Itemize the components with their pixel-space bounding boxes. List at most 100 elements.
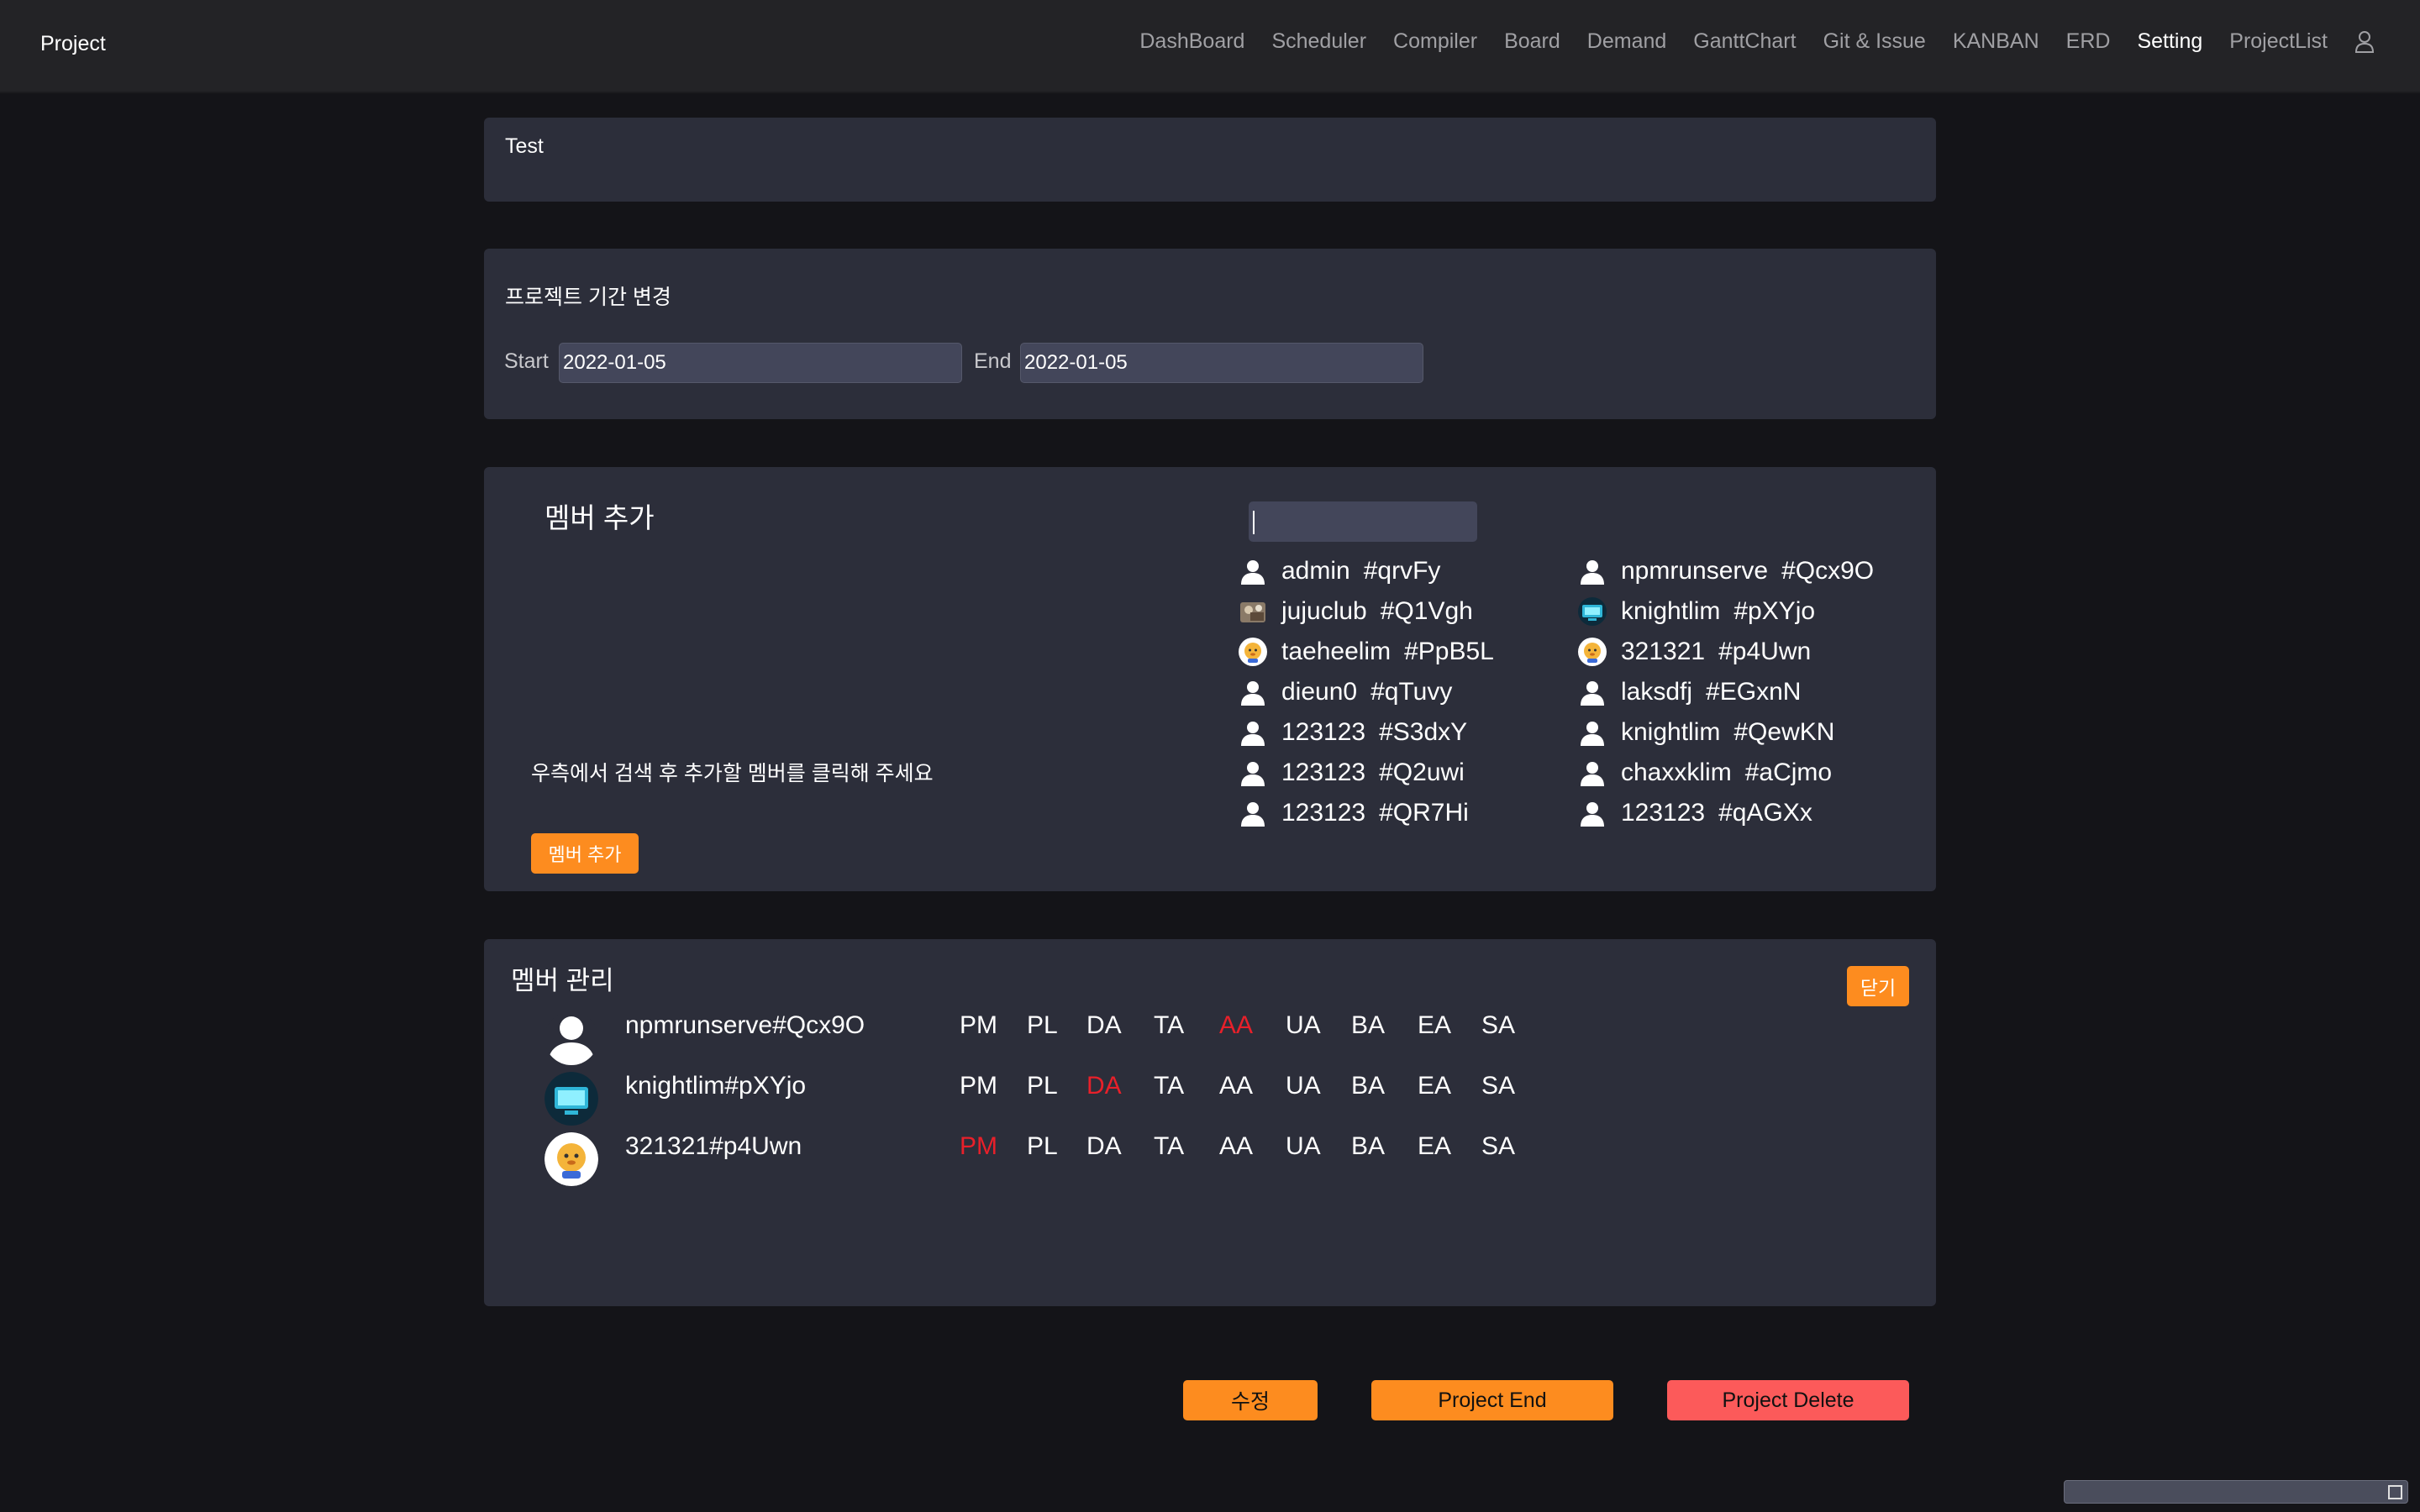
nav-item-board[interactable]: Board (1504, 29, 1560, 54)
search-result-item[interactable]: 321321 #p4Uwn (1578, 632, 1874, 672)
role-toggle-ta[interactable]: TA (1154, 1132, 1184, 1161)
edit-button[interactable]: 수정 (1183, 1380, 1318, 1420)
role-toggle-pm[interactable]: PM (960, 1011, 997, 1040)
role-toggle-ea[interactable]: EA (1418, 1011, 1451, 1040)
search-result-tag: #Q1Vgh (1380, 597, 1473, 625)
user-avatar-icon (1239, 678, 1267, 706)
nav-item-setting[interactable]: Setting (2137, 29, 2202, 54)
search-result-item[interactable]: 123123 #QR7Hi (1239, 793, 1494, 833)
nav-item-ganttchart[interactable]: GanttChart (1693, 29, 1796, 54)
member-row: 321321#p4Uwn PM PL DA TA AA UA BA EA SA (484, 1131, 1936, 1189)
user-avatar-icon (1578, 759, 1607, 787)
role-toggle-ta[interactable]: TA (1154, 1072, 1184, 1100)
search-result-name: 123123 (1281, 799, 1366, 827)
role-toggle-sa[interactable]: SA (1481, 1132, 1515, 1161)
role-toggle-aa[interactable]: AA (1219, 1072, 1253, 1100)
search-result-tag: #Q2uwi (1379, 759, 1465, 786)
user-avatar-icon (1239, 799, 1267, 827)
role-toggle-ea[interactable]: EA (1418, 1132, 1451, 1161)
role-toggle-ua[interactable]: UA (1286, 1011, 1321, 1040)
user-avatar-icon (1239, 718, 1267, 747)
search-result-item[interactable]: 123123 #Q2uwi (1239, 753, 1494, 793)
search-result-item[interactable]: 123123 #qAGXx (1578, 793, 1874, 833)
role-toggle-pm[interactable]: PM (960, 1072, 997, 1100)
search-result-name: npmrunserve (1621, 557, 1769, 585)
user-avatar (1578, 638, 1607, 666)
nav-item-erd[interactable]: ERD (2066, 29, 2111, 54)
search-result-tag: #p4Uwn (1718, 638, 1812, 665)
search-result-item[interactable]: npmrunserve #Qcx9O (1578, 551, 1874, 591)
nav-item-dashboard[interactable]: DashBoard (1139, 29, 1244, 54)
search-result-item[interactable]: 123123 #S3dxY (1239, 712, 1494, 753)
scrollbar-handle-icon[interactable] (2388, 1485, 2402, 1499)
nav-item-compiler[interactable]: Compiler (1393, 29, 1477, 54)
search-result-name: knightlim (1621, 718, 1721, 746)
start-date-input[interactable] (559, 343, 962, 383)
role-toggle-ta[interactable]: TA (1154, 1011, 1184, 1040)
navbar: Project DashBoard Scheduler Compiler Board D… (0, 0, 2420, 93)
search-result-item[interactable]: dieun0 #qTuvy (1239, 672, 1494, 712)
search-result-item[interactable]: knightlim #QewKN (1578, 712, 1874, 753)
role-toggle-pl[interactable]: PL (1027, 1132, 1058, 1161)
role-toggle-pm[interactable]: PM (960, 1132, 997, 1161)
add-member-card: 멤버 추가 우측에서 검색 후 추가할 멤버를 클릭해 주세요 멤버 추가 ad… (484, 467, 1936, 891)
nav-item-git-issue[interactable]: Git & Issue (1823, 29, 1926, 54)
role-toggle-ba[interactable]: BA (1351, 1011, 1385, 1040)
search-result-name: admin (1281, 557, 1350, 585)
search-result-tag: #EGxnN (1706, 678, 1802, 706)
member-search-input[interactable] (1249, 501, 1477, 542)
search-result-item[interactable]: laksdfj #EGxnN (1578, 672, 1874, 712)
search-result-item[interactable]: admin #qrvFy (1239, 551, 1494, 591)
end-label: End (974, 349, 1012, 373)
search-result-tag: #PpB5L (1404, 638, 1494, 665)
role-toggle-sa[interactable]: SA (1481, 1072, 1515, 1100)
project-delete-button[interactable]: Project Delete (1667, 1380, 1909, 1420)
role-toggle-da[interactable]: DA (1086, 1011, 1122, 1040)
add-member-title: 멤버 추가 (544, 502, 655, 533)
role-toggle-sa[interactable]: SA (1481, 1011, 1515, 1040)
role-toggle-aa[interactable]: AA (1219, 1132, 1253, 1161)
search-result-item[interactable]: chaxxklim #aCjmo (1578, 753, 1874, 793)
role-toggle-ba[interactable]: BA (1351, 1072, 1385, 1100)
end-date-input[interactable] (1020, 343, 1423, 383)
search-result-tag: #qTuvy (1370, 678, 1453, 706)
search-result-tag: #QR7Hi (1379, 799, 1469, 827)
role-toggle-aa[interactable]: AA (1219, 1011, 1253, 1040)
search-result-name: chaxxklim (1621, 759, 1732, 786)
search-result-name: 123123 (1281, 759, 1366, 786)
role-toggle-da[interactable]: DA (1086, 1072, 1122, 1100)
member-name: 321321#p4Uwn (625, 1132, 802, 1160)
user-icon[interactable] (2353, 29, 2376, 54)
nav-item-kanban[interactable]: KANBAN (1953, 29, 2039, 54)
role-toggle-ea[interactable]: EA (1418, 1072, 1451, 1100)
user-avatar-icon (1578, 799, 1607, 827)
role-toggle-pl[interactable]: PL (1027, 1072, 1058, 1100)
brand-link[interactable]: Project (40, 32, 106, 56)
role-toggle-ua[interactable]: UA (1286, 1132, 1321, 1161)
search-results-right: npmrunserve #Qcx9O knightlim #pXYjo 321321 #p… (1578, 551, 1874, 833)
nav-item-scheduler[interactable]: Scheduler (1271, 29, 1366, 54)
member-name: npmrunserve#Qcx9O (625, 1011, 865, 1039)
role-toggle-da[interactable]: DA (1086, 1132, 1122, 1161)
search-result-tag: #aCjmo (1744, 759, 1833, 786)
member-manage-card: 멤버 관리 닫기 npmrunserve#Qcx9O PM PL DA TA AA UA BA… (484, 939, 1936, 1306)
search-result-item[interactable]: knightlim #pXYjo (1578, 591, 1874, 632)
project-end-button[interactable]: Project End (1371, 1380, 1613, 1420)
member-row: knightlim#pXYjo PM PL DA TA AA UA BA EA SA (484, 1070, 1936, 1129)
search-result-name: laksdfj (1621, 678, 1693, 706)
search-result-item[interactable]: taeheelim #PpB5L (1239, 632, 1494, 672)
nav-item-demand[interactable]: Demand (1587, 29, 1667, 54)
search-result-name: knightlim (1621, 597, 1721, 625)
member-avatar (544, 1011, 598, 1065)
role-toggle-pl[interactable]: PL (1027, 1011, 1058, 1040)
nav-item-projectlist[interactable]: ProjectList (2229, 29, 2328, 54)
role-toggle-ua[interactable]: UA (1286, 1072, 1321, 1100)
close-button[interactable]: 닫기 (1847, 966, 1909, 1006)
project-name: Test (505, 134, 544, 158)
horizontal-scrollbar[interactable] (2064, 1480, 2408, 1504)
add-member-button[interactable]: 멤버 추가 (531, 833, 639, 874)
project-name-card: Test (484, 118, 1936, 202)
start-label: Start (504, 349, 549, 373)
search-result-item[interactable]: jujuclub #Q1Vgh (1239, 591, 1494, 632)
role-toggle-ba[interactable]: BA (1351, 1132, 1385, 1161)
